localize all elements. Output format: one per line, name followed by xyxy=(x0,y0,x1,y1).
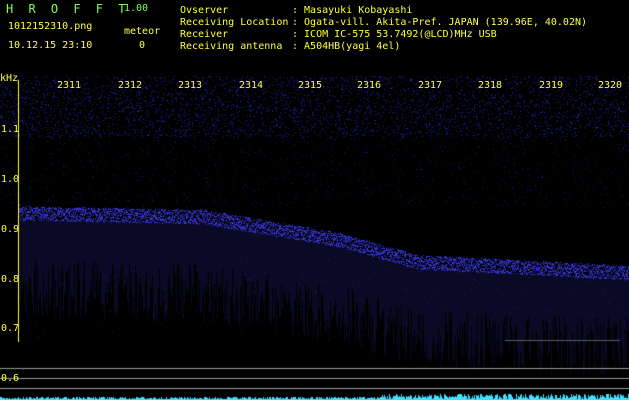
antenna-key: Receiving antenna xyxy=(180,41,283,52)
x-tick-label: 2320 xyxy=(598,80,623,91)
y-tick-label: 0.9 xyxy=(1,224,20,235)
location-key: Receiving Location xyxy=(180,17,289,28)
meteor-count: 0 xyxy=(139,40,146,51)
x-tick-label: 2317 xyxy=(418,80,443,91)
x-tick-label: 2313 xyxy=(178,80,203,91)
date-time: 10.12.15 23:10 xyxy=(8,40,93,51)
antenna-value: : A504HB(yagi 4el) xyxy=(292,41,401,52)
meteor-label: meteor xyxy=(124,26,161,37)
file-name: 1012152310.png xyxy=(8,21,93,32)
receiver-key: Receiver xyxy=(180,29,229,40)
receiver-value: : ICOM IC-575 53.7492(@LCD)MHz USB xyxy=(292,29,497,40)
observer-row: Ovserver : Masayuki Kobayashi xyxy=(180,5,412,16)
spectrogram-canvas xyxy=(0,70,629,400)
app-version: 1.00 xyxy=(124,3,149,14)
x-tick-label: 2318 xyxy=(478,80,503,91)
receiver-row: Receiver : ICOM IC-575 53.7492(@LCD)MHz U… xyxy=(180,29,497,40)
x-tick-label: 2316 xyxy=(357,80,382,91)
location-row: Receiving Location: Ogata-vill. Akita-Pr… xyxy=(180,17,587,28)
y-tick-label: 1.1 xyxy=(1,124,20,135)
x-tick-label: 2315 xyxy=(298,80,323,91)
y-tick-label: 0.8 xyxy=(1,274,20,285)
observer-value: : Masayuki Kobayashi xyxy=(292,5,413,16)
x-tick-label: 2319 xyxy=(539,80,564,91)
location-value: : Ogata-vill. Akita-Pref. JAPAN (139.96E… xyxy=(292,17,588,28)
app-title: H R O F F T xyxy=(6,2,130,16)
x-tick-label: 2311 xyxy=(57,80,82,91)
y-tick-label: 1.0 xyxy=(1,174,20,185)
x-tick-label: 2312 xyxy=(118,80,143,91)
observer-key: Ovserver xyxy=(180,5,229,16)
y-axis-unit: kHz xyxy=(0,73,19,84)
x-tick-label: 2314 xyxy=(239,80,264,91)
antenna-row: Receiving antenna : A504HB(yagi 4el) xyxy=(180,41,400,52)
y-tick-label: 0.6 xyxy=(1,373,20,384)
y-tick-label: 0.7 xyxy=(1,323,20,334)
